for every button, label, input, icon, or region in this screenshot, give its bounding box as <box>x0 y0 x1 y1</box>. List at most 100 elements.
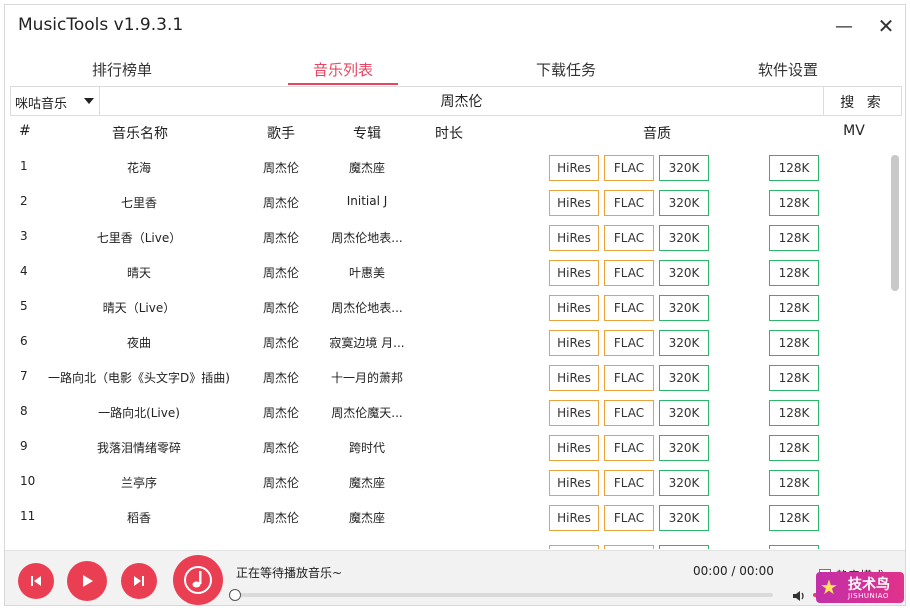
download-flac-button[interactable] <box>604 545 654 549</box>
download-flac-button[interactable]: FLAC <box>604 435 654 461</box>
download-hires-button[interactable]: HiRes <box>549 365 599 391</box>
download-128k-button[interactable]: 128K <box>769 190 819 216</box>
download-128k-button[interactable]: 128K <box>769 225 819 251</box>
close-button[interactable]: ✕ <box>873 13 899 39</box>
download-flac-button[interactable]: FLAC <box>604 295 654 321</box>
download-hires-button[interactable]: HiRes <box>549 400 599 426</box>
star-icon: ★ <box>820 575 838 599</box>
download-128k-button[interactable]: 128K <box>769 435 819 461</box>
table-row[interactable]: 1 花海 周杰伦 魔杰座 HiRes FLAC 320K 128K <box>5 151 887 186</box>
table-row[interactable]: 11 稻香 周杰伦 魔杰座 HiRes FLAC 320K 128K <box>5 501 887 536</box>
album-cover[interactable] <box>173 555 223 605</box>
download-320k-button[interactable]: 320K <box>659 400 709 426</box>
table-row[interactable] <box>5 541 887 549</box>
download-128k-button[interactable]: 128K <box>769 260 819 286</box>
download-hires-button[interactable]: HiRes <box>549 330 599 356</box>
download-128k-button[interactable]: 128K <box>769 155 819 181</box>
download-hires-button[interactable]: HiRes <box>549 225 599 251</box>
progress-bar[interactable] <box>235 593 773 597</box>
table-row[interactable]: 9 我落泪情绪零碎 周杰伦 跨时代 HiRes FLAC 320K 128K <box>5 431 887 466</box>
song-name: 晴天 <box>126 266 151 280</box>
song-name: 夜曲 <box>126 336 151 350</box>
next-button[interactable] <box>121 563 157 599</box>
download-hires-button[interactable]: HiRes <box>549 505 599 531</box>
download-flac-button[interactable]: FLAC <box>604 330 654 356</box>
main-tabs: 排行榜单 音乐列表 下载任务 软件设置 <box>5 47 905 85</box>
download-flac-button[interactable]: FLAC <box>604 400 654 426</box>
download-320k-button[interactable]: 320K <box>659 190 709 216</box>
col-name: 音乐名称 <box>112 126 168 142</box>
download-flac-button[interactable]: FLAC <box>604 505 654 531</box>
volume-icon[interactable] <box>791 588 807 604</box>
download-hires-button[interactable]: HiRes <box>549 295 599 321</box>
song-album: 跨时代 <box>348 441 385 455</box>
table-row[interactable]: 8 一路向北(Live) 周杰伦 周杰伦魔天... HiRes FLAC 320… <box>5 396 887 431</box>
table-row[interactable]: 10 兰亭序 周杰伦 魔杰座 HiRes FLAC 320K 128K <box>5 466 887 501</box>
download-128k-button[interactable]: 128K <box>769 470 819 496</box>
table-row[interactable]: 6 夜曲 周杰伦 寂寞边境 月... HiRes FLAC 320K 128K <box>5 326 887 361</box>
scrollbar-thumb[interactable] <box>891 155 899 291</box>
download-128k-button[interactable]: 128K <box>769 365 819 391</box>
search-button[interactable]: 搜 索 <box>823 87 901 115</box>
download-128k-button[interactable]: 128K <box>769 505 819 531</box>
download-flac-button[interactable]: FLAC <box>604 470 654 496</box>
watermark-subtext: JISHUNIAO <box>848 592 889 600</box>
song-artist: 周杰伦 <box>262 196 299 210</box>
download-320k-button[interactable]: 320K <box>659 470 709 496</box>
download-128k-button[interactable]: 128K <box>769 330 819 356</box>
download-128k-button[interactable] <box>769 545 819 549</box>
download-320k-button[interactable]: 320K <box>659 365 709 391</box>
previous-button[interactable] <box>18 563 54 599</box>
download-320k-button[interactable]: 320K <box>659 260 709 286</box>
download-320k-button[interactable] <box>659 545 709 549</box>
download-hires-button[interactable] <box>549 545 599 549</box>
download-128k-button[interactable]: 128K <box>769 400 819 426</box>
active-tab-indicator <box>288 83 398 85</box>
download-hires-button[interactable]: HiRes <box>549 260 599 286</box>
song-album: 叶惠美 <box>348 266 385 280</box>
search-input[interactable] <box>101 87 822 115</box>
download-hires-button[interactable]: HiRes <box>549 470 599 496</box>
chevron-down-icon <box>84 98 94 104</box>
download-flac-button[interactable]: FLAC <box>604 190 654 216</box>
song-name: 七里香（Live） <box>96 231 182 245</box>
song-name: 晴天（Live） <box>102 301 176 315</box>
download-flac-button[interactable]: FLAC <box>604 260 654 286</box>
tab-settings[interactable]: 软件设置 <box>733 59 843 80</box>
download-hires-button[interactable]: HiRes <box>549 435 599 461</box>
song-name: 兰亭序 <box>120 476 157 490</box>
song-album: 周杰伦地表... <box>331 301 403 315</box>
download-320k-button[interactable]: 320K <box>659 505 709 531</box>
download-320k-button[interactable]: 320K <box>659 225 709 251</box>
play-button[interactable] <box>67 561 107 601</box>
col-artist: 歌手 <box>267 126 295 142</box>
download-320k-button[interactable]: 320K <box>659 435 709 461</box>
download-hires-button[interactable]: HiRes <box>549 155 599 181</box>
table-row[interactable]: 4 晴天 周杰伦 叶惠美 HiRes FLAC 320K 128K <box>5 256 887 291</box>
download-320k-button[interactable]: 320K <box>659 295 709 321</box>
download-320k-button[interactable]: 320K <box>659 155 709 181</box>
download-320k-button[interactable]: 320K <box>659 330 709 356</box>
table-row[interactable]: 7 一路向北（电影《头文字D》插曲) 周杰伦 十一月的萧邦 HiRes FLAC… <box>5 361 887 396</box>
download-128k-button[interactable]: 128K <box>769 295 819 321</box>
music-source-select[interactable]: 咪咕音乐 <box>11 87 100 115</box>
player-bar: 正在等待播放音乐~ 00:00 / 00:00 静音模式 <box>5 550 905 605</box>
tab-music-list[interactable]: 音乐列表 <box>288 59 398 80</box>
song-artist: 周杰伦 <box>262 231 299 245</box>
table-row[interactable]: 5 晴天（Live） 周杰伦 周杰伦地表... HiRes FLAC 320K … <box>5 291 887 326</box>
progress-handle[interactable] <box>229 589 241 601</box>
table-row[interactable]: 2 七里香 周杰伦 Initial J HiRes FLAC 320K 128K <box>5 186 887 221</box>
tab-downloads[interactable]: 下载任务 <box>511 59 621 80</box>
download-hires-button[interactable]: HiRes <box>549 190 599 216</box>
minimize-button[interactable]: — <box>831 13 857 39</box>
table-row[interactable]: 3 七里香（Live） 周杰伦 周杰伦地表... HiRes FLAC 320K… <box>5 221 887 256</box>
download-flac-button[interactable]: FLAC <box>604 225 654 251</box>
song-artist: 周杰伦 <box>262 336 299 350</box>
song-artist: 周杰伦 <box>262 301 299 315</box>
download-flac-button[interactable]: FLAC <box>604 365 654 391</box>
download-flac-button[interactable]: FLAC <box>604 155 654 181</box>
tab-charts[interactable]: 排行榜单 <box>67 59 177 80</box>
list-scrollbar[interactable] <box>891 155 899 550</box>
song-album: 魔杰座 <box>348 476 385 490</box>
col-quality: 音质 <box>643 126 671 142</box>
